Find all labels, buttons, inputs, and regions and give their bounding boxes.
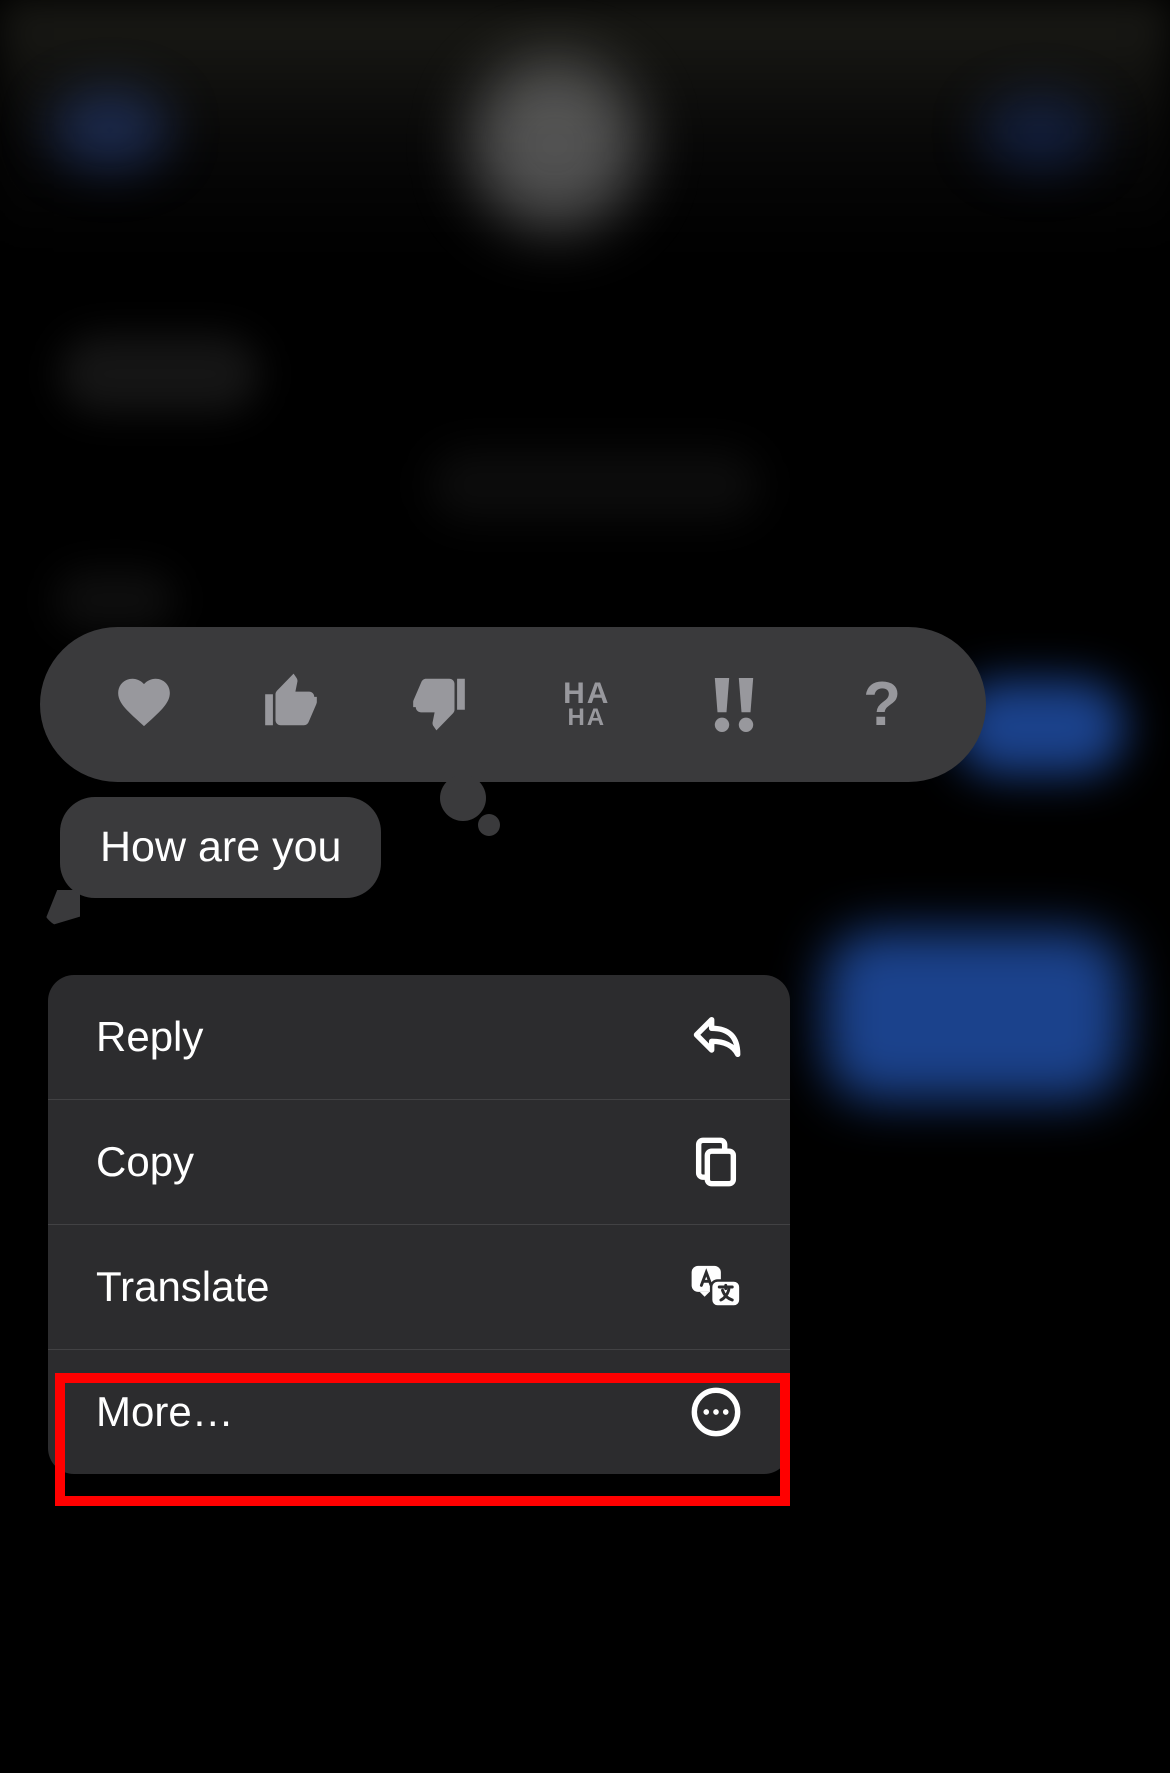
- tapback-haha[interactable]: HA HA: [547, 665, 627, 745]
- tapback-tail: [440, 775, 486, 821]
- bg-date-separator: [430, 450, 760, 520]
- tapback-reaction-bar: HA HA ?: [40, 627, 986, 782]
- avatar-blur: [470, 60, 640, 230]
- haha-bottom: HA: [563, 707, 610, 729]
- bg-incoming-bubble-2: [55, 570, 175, 630]
- menu-label: Translate: [96, 1263, 270, 1311]
- tapback-thumbs-down[interactable]: [399, 665, 479, 745]
- message-bubble-tail: [42, 890, 80, 928]
- tapback-tail-small: [478, 814, 500, 836]
- selected-message-bubble[interactable]: How are you: [60, 797, 381, 898]
- haha-icon: HA HA: [563, 680, 610, 729]
- menu-label: Copy: [96, 1138, 194, 1186]
- reply-icon: [690, 1011, 742, 1063]
- back-button-blur: [50, 90, 170, 170]
- menu-label: More…: [96, 1388, 234, 1436]
- copy-icon: [690, 1136, 742, 1188]
- message-context-menu: Reply Copy Translate More…: [48, 975, 790, 1474]
- more-icon: [690, 1386, 742, 1438]
- tapback-thumbs-up[interactable]: [251, 665, 331, 745]
- menu-label: Reply: [96, 1013, 203, 1061]
- question-icon: ?: [863, 669, 901, 740]
- copy-menu-item[interactable]: Copy: [48, 1100, 790, 1225]
- translate-menu-item[interactable]: Translate: [48, 1225, 790, 1350]
- reply-menu-item[interactable]: Reply: [48, 975, 790, 1100]
- tapback-heart[interactable]: [104, 665, 184, 745]
- message-text: How are you: [100, 823, 341, 871]
- haha-top: HA: [563, 680, 610, 707]
- facetime-button-blur: [980, 95, 1100, 170]
- more-menu-item[interactable]: More…: [48, 1350, 790, 1474]
- thumbs-up-icon: [260, 671, 322, 738]
- exclaim-icon: [713, 677, 755, 733]
- tapback-exclaim[interactable]: [694, 665, 774, 745]
- thumbs-down-icon: [408, 671, 470, 738]
- translate-icon: [690, 1261, 742, 1313]
- tapback-question[interactable]: ?: [842, 665, 922, 745]
- heart-icon: [113, 671, 175, 738]
- bg-incoming-bubble: [60, 335, 260, 413]
- bg-outgoing-bubble-2: [825, 930, 1125, 1100]
